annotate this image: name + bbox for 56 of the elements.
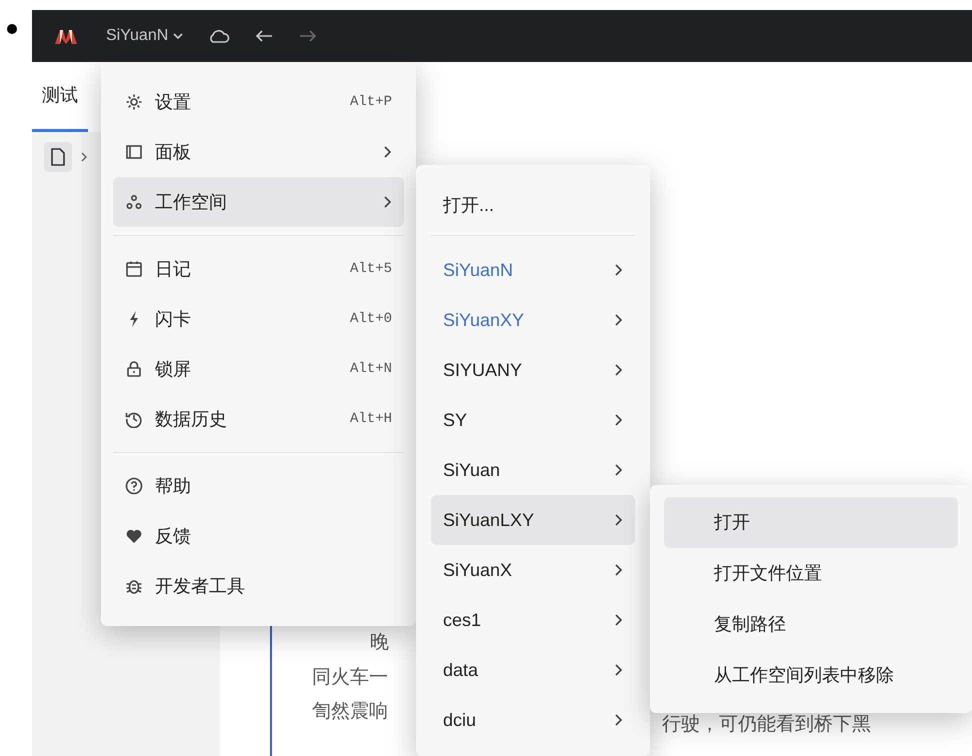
- circles-icon: [125, 193, 143, 211]
- menu-item[interactable]: SiYuanLXY: [431, 495, 635, 545]
- menu-item[interactable]: 从工作空间列表中移除: [664, 650, 958, 701]
- menu-item[interactable]: 打开: [664, 497, 958, 548]
- chevron-icon: [613, 263, 623, 277]
- chevron-icon: [613, 363, 623, 377]
- help-icon: [125, 477, 143, 495]
- menu-item[interactable]: 闪卡 Alt+0: [113, 294, 404, 344]
- menu-item[interactable]: 开发者工具: [113, 561, 404, 611]
- menu-item[interactable]: data: [431, 645, 635, 695]
- history-icon: [125, 410, 143, 428]
- chevron-icon: [613, 313, 623, 327]
- body-text: 同火车一: [312, 666, 388, 690]
- menu-item[interactable]: 数据历史 Alt+H: [113, 394, 404, 444]
- workspace-button[interactable]: SiYuanN: [106, 24, 184, 48]
- menu-item[interactable]: 打开...: [431, 183, 635, 227]
- calendar-icon: [125, 260, 143, 278]
- panel-icon: [125, 143, 143, 161]
- menu-item[interactable]: 工作空间: [113, 177, 404, 227]
- menu-item[interactable]: 日记 Alt+5: [113, 244, 404, 294]
- chevron-icon: [382, 195, 392, 209]
- menu-item[interactable]: ces1: [431, 595, 635, 645]
- menu-item[interactable]: SiYuanX: [431, 545, 635, 595]
- settings-icon: [125, 93, 143, 111]
- body-text: 訇然震响: [312, 700, 388, 724]
- chevron-icon: [613, 563, 623, 577]
- body-text: 行驶，可仍能看到桥下黑: [662, 713, 871, 737]
- menu-item[interactable]: 设置 Alt+P: [113, 77, 404, 127]
- chevron-icon: [613, 463, 623, 477]
- menu-item[interactable]: 复制路径: [664, 599, 958, 650]
- chevron-icon: [613, 413, 623, 427]
- menu-item[interactable]: 锁屏 Alt+N: [113, 344, 404, 394]
- chevron-icon: [613, 613, 623, 627]
- chevron-icon: [613, 663, 623, 677]
- menu-item[interactable]: SIYUANY: [431, 345, 635, 395]
- menu-item[interactable]: SiYuanXY: [431, 295, 635, 345]
- document-icon[interactable]: [44, 142, 72, 172]
- body-text: 晚: [370, 631, 389, 655]
- bug-icon: [125, 577, 143, 595]
- menu-item[interactable]: SY: [431, 395, 635, 445]
- heart-icon: [125, 527, 143, 545]
- menu-item[interactable]: SiYuanN: [431, 245, 635, 295]
- menu-item[interactable]: 面板: [113, 127, 404, 177]
- menu-item[interactable]: 反馈: [113, 511, 404, 561]
- menu-item[interactable]: dciu: [431, 695, 635, 745]
- tab[interactable]: 测试: [32, 62, 88, 132]
- chevron-icon: [382, 145, 392, 159]
- back-arrow-icon[interactable]: [254, 28, 274, 44]
- chevron-icon: [613, 513, 623, 527]
- cloud-icon[interactable]: [208, 28, 230, 44]
- chevron-icon: [613, 713, 623, 727]
- lock-icon: [125, 360, 143, 378]
- menu-item[interactable]: 帮助: [113, 461, 404, 511]
- chevron-icon: [80, 151, 88, 163]
- menu-item[interactable]: 打开文件位置: [664, 548, 958, 599]
- menu-item[interactable]: SiYuan: [431, 445, 635, 495]
